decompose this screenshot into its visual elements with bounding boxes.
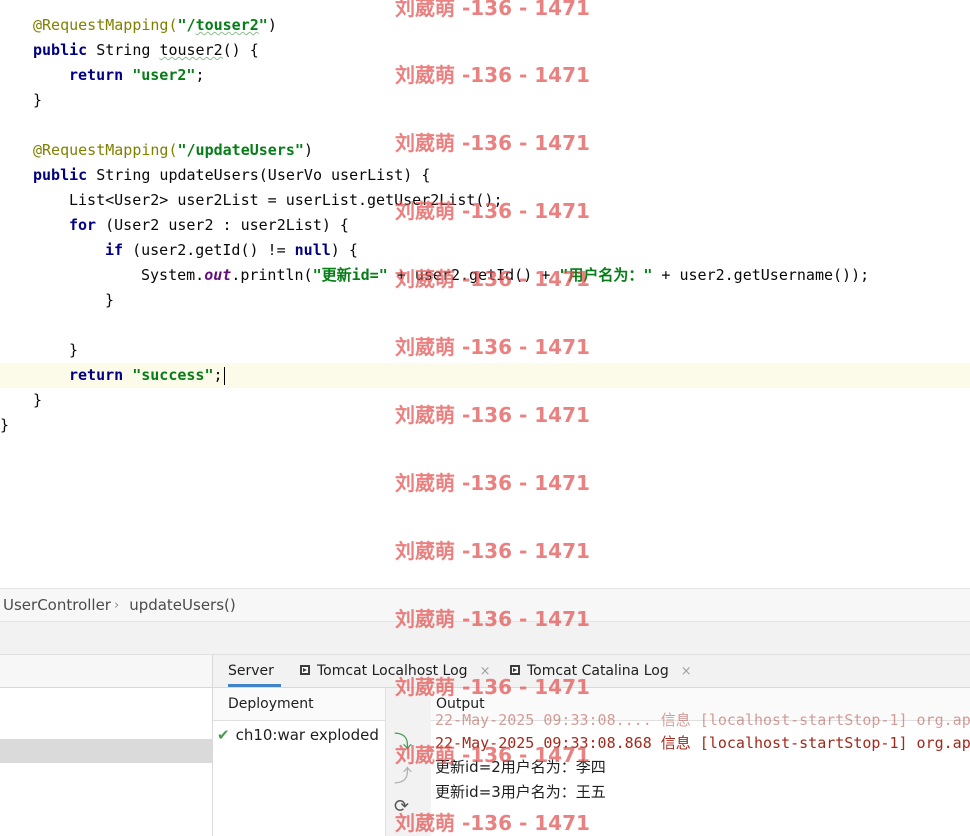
undeploy-icon[interactable]: ⤴ <box>394 762 412 788</box>
log-file-icon <box>300 665 310 675</box>
tab-server[interactable]: Server <box>228 655 281 687</box>
log-file-icon <box>510 665 520 675</box>
code-line-8: List<User2> user2List = userList.getUser… <box>69 191 503 209</box>
output-line-partial: 22-May-2025 09:33:08.... 信息 [localhost-s… <box>435 711 970 729</box>
breadcrumb-item-class[interactable]: UserController <box>3 596 111 614</box>
deployment-actions-toolbar: ⤵ ⤴ ⟳ <box>385 688 432 836</box>
breadcrumb-separator: › <box>113 597 120 613</box>
code-line-6: @RequestMapping("/updateUsers") <box>33 141 313 159</box>
breadcrumb-item-method[interactable]: updateUsers() <box>129 596 236 614</box>
code-line-17: } <box>0 416 10 434</box>
services-tree-header <box>0 655 212 688</box>
services-tree-panel <box>0 655 213 836</box>
code-editor[interactable]: @RequestMapping("/touser2") public Strin… <box>0 0 970 588</box>
code-line-12: } <box>105 291 115 309</box>
code-line-11: System.out.println("更新id=" + user2.getId… <box>141 266 870 284</box>
deployment-item[interactable]: ✔ ch10:war exploded <box>217 726 379 744</box>
tool-window-toolbar <box>0 622 970 655</box>
check-icon: ✔ <box>217 726 230 744</box>
deploy-icon[interactable]: ⤵ <box>394 728 412 754</box>
refresh-icon[interactable]: ⟳ <box>394 796 409 817</box>
deployment-panel: Deployment ✔ ch10:war exploded <box>213 688 385 836</box>
code-line-10: if (user2.getId() != null) { <box>105 241 358 259</box>
tab-tomcat-localhost-log[interactable]: Tomcat Localhost Log × <box>299 655 490 687</box>
output-line: 22-May-2025 09:33:08.868 信息 [localhost-s… <box>435 734 970 752</box>
code-line-16: } <box>33 391 43 409</box>
services-tab-bar: Server Tomcat Localhost Log × Tomcat Cata… <box>213 655 970 688</box>
code-line-2: public String touser2() { <box>33 41 259 59</box>
code-line-14: } <box>69 341 79 359</box>
close-icon[interactable]: × <box>681 664 692 679</box>
code-line-7: public String updateUsers(UserVo userLis… <box>33 166 431 184</box>
text-caret <box>223 366 225 385</box>
deployment-header: Deployment <box>213 688 385 721</box>
code-line-15: return "success"; <box>69 366 225 385</box>
code-line-9: for (User2 user2 : user2List) { <box>69 216 349 234</box>
output-line: 更新id=2用户名为：李四 <box>435 758 606 776</box>
services-tree-selected-row[interactable] <box>0 739 212 763</box>
breadcrumb: UserController › updateUsers() <box>0 588 970 622</box>
tab-tomcat-catalina-log[interactable]: Tomcat Catalina Log × <box>509 655 692 687</box>
code-line-3: return "user2"; <box>69 66 205 84</box>
code-line-4: } <box>33 91 43 109</box>
code-line-1: @RequestMapping("/touser2") <box>33 16 277 34</box>
output-line: 更新id=3用户名为：王五 <box>435 783 606 801</box>
close-icon[interactable]: × <box>480 664 491 679</box>
output-panel: Output 22-May-2025 09:33:08.... 信息 [loca… <box>431 688 970 836</box>
